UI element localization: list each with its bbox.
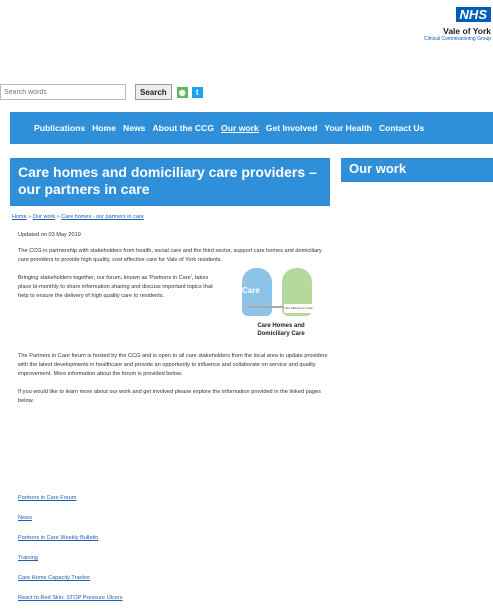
search-button[interactable]: Search xyxy=(135,84,172,100)
sidebar-title: Our work xyxy=(341,158,493,182)
nav-get-involved[interactable]: Get Involved xyxy=(266,123,318,133)
figure-caption: Care Homes and Domiciliary Care xyxy=(236,322,326,338)
nav-news[interactable]: News xyxy=(123,123,145,133)
link-capacity-tracker[interactable]: Care Home Capacity Tracker xyxy=(18,575,123,582)
search-input[interactable] xyxy=(0,84,126,100)
twitter-icon[interactable]: t xyxy=(191,86,203,98)
link-training[interactable]: Training xyxy=(18,555,123,562)
page-title: Care homes and domiciliary care provider… xyxy=(10,158,330,206)
rss-icon[interactable]: ◉ xyxy=(176,86,188,98)
breadcrumb-our-work[interactable]: Our work xyxy=(33,214,55,220)
logo-org-name: Vale of York xyxy=(443,26,491,36)
link-news[interactable]: News xyxy=(18,515,123,522)
link-weekly-bulletin[interactable]: Partners in Care Weekly Bulletin xyxy=(18,535,123,542)
link-react-to-red[interactable]: React to Red Skin: STOP Pressure Ulcers xyxy=(18,595,123,602)
forum-paragraph: Bringing stakeholders together, our foru… xyxy=(18,275,213,299)
explore-paragraph: If you would like to learn more about ou… xyxy=(18,389,321,404)
partners-mini-label: Our Partners in Care xyxy=(284,304,314,313)
figure-caption-line2: Domiciliary Care xyxy=(257,331,305,337)
nav-about[interactable]: About the CCG xyxy=(152,123,214,133)
nav-our-work[interactable]: Our work xyxy=(221,123,259,133)
main-nav: Publications Home News About the CCG Our… xyxy=(10,112,493,144)
paragraph-with-figure: Bringing stakeholders together, our foru… xyxy=(18,268,328,352)
nav-home[interactable]: Home xyxy=(92,123,116,133)
search-bar: Search ◉ t xyxy=(0,82,203,102)
breadcrumb-current[interactable]: Care homes - our partners in care xyxy=(61,214,144,220)
care-word: Care xyxy=(242,286,260,295)
hosted-paragraph: The Partners in Care forum is hosted by … xyxy=(18,353,328,377)
nhs-logo[interactable]: NHS Vale of York Clinical Commissioning … xyxy=(424,6,491,43)
updated-date: Updated on 03 May 2019 xyxy=(18,232,81,238)
breadcrumb: Home » Our work » Care homes - our partn… xyxy=(12,214,144,220)
nav-contact-us[interactable]: Contact Us xyxy=(379,123,424,133)
link-partners-in-care-forum[interactable]: Partners in Care Forum xyxy=(18,495,123,502)
main-content: Updated on 03 May 2019 The CCG in partne… xyxy=(18,231,328,415)
breadcrumb-home[interactable]: Home xyxy=(12,214,27,220)
nhs-badge: NHS xyxy=(455,7,491,22)
figure-caption-line1: Care Homes and xyxy=(257,323,305,329)
related-links: Partners in Care Forum News Partners in … xyxy=(18,495,123,615)
nav-your-health[interactable]: Your Health xyxy=(324,123,372,133)
care-homes-image: Care Our Partners in Care Care Homes and… xyxy=(236,262,326,352)
nav-publications[interactable]: Publications xyxy=(34,123,85,133)
logo-subtitle: Clinical Commissioning Group xyxy=(424,36,491,42)
